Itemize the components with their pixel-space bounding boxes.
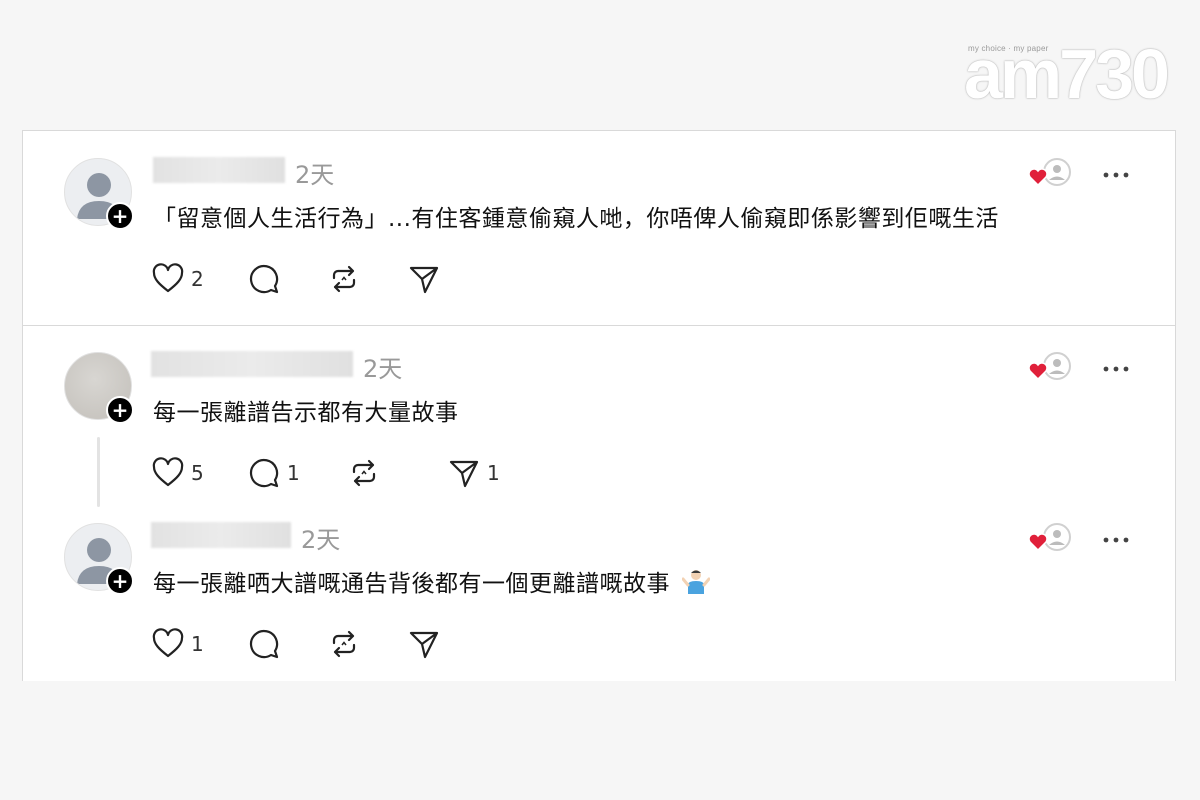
share-count: 1: [487, 461, 500, 485]
share-button[interactable]: 1: [447, 455, 500, 491]
more-icon[interactable]: [1103, 365, 1129, 373]
post-text: 每一張離哂大譜嘅通告背後都有一個更離譜嘅故事: [153, 564, 710, 598]
like-button[interactable]: 1: [151, 626, 204, 662]
like-count: 5: [191, 461, 204, 485]
follow-plus-button[interactable]: +: [106, 396, 134, 424]
share-button[interactable]: [407, 626, 441, 662]
post: + 2天 「留意個人生活行為」...有住客鍾意偷窺人哋，你唔俾人偷窺即係影響到佢…: [23, 131, 1175, 294]
like-button[interactable]: 5: [151, 455, 204, 491]
post: + 2天 每一張離譜告示都有大量故事 5 1 1: [23, 325, 1175, 488]
comment-icon: [250, 459, 279, 488]
share-button[interactable]: [407, 261, 441, 297]
repost-icon: [332, 630, 356, 658]
heart-icon: [152, 628, 184, 658]
like-count: 1: [191, 632, 204, 656]
person-shrugging-emoji: [681, 570, 710, 594]
share-icon: [449, 460, 479, 488]
liked-by-avatars[interactable]: [1027, 351, 1073, 385]
post-text-body: 每一張離哂大譜嘅通告背後都有一個更離譜嘅故事: [153, 571, 670, 597]
post: + 2天 每一張離哂大譜嘅通告背後都有一個更離譜嘅故事 1: [23, 496, 1175, 659]
logo-tagline: my choice · my paper: [968, 44, 1049, 53]
post-time: 2天: [295, 161, 335, 189]
plus-icon: +: [111, 398, 129, 422]
repost-button[interactable]: [327, 626, 361, 662]
comment-button[interactable]: 1: [247, 455, 300, 491]
repost-icon: [352, 459, 376, 487]
comment-button[interactable]: [247, 261, 281, 297]
repost-icon: [332, 265, 356, 293]
post-text: 每一張離譜告示都有大量故事: [153, 400, 459, 426]
username-redacted[interactable]: [151, 522, 291, 548]
username-redacted[interactable]: [151, 351, 353, 377]
comment-button[interactable]: [247, 626, 281, 662]
post-actions: 1: [151, 626, 651, 666]
post-time: 2天: [363, 355, 403, 383]
like-count: 2: [191, 267, 204, 291]
like-button[interactable]: 2: [151, 261, 204, 297]
post-text: 「留意個人生活行為」...有住客鍾意偷窺人哋，你唔俾人偷窺即係影響到佢嘅生活: [153, 206, 999, 232]
am730-logo: am730 my choice · my paper: [964, 36, 1170, 112]
post-actions: 5 1 1: [151, 455, 651, 495]
follow-plus-button[interactable]: +: [106, 567, 134, 595]
comments-card: + 2天 「留意個人生活行為」...有住客鍾意偷窺人哋，你唔俾人偷窺即係影響到佢…: [22, 130, 1176, 681]
more-icon[interactable]: [1103, 171, 1129, 179]
plus-icon: +: [111, 569, 129, 593]
liked-by-avatars[interactable]: [1027, 522, 1073, 556]
comment-icon: [250, 630, 279, 659]
reply-count: 1: [287, 461, 300, 485]
comment-icon: [250, 265, 279, 294]
follow-plus-button[interactable]: +: [106, 202, 134, 230]
share-icon: [409, 631, 439, 659]
repost-button[interactable]: [347, 455, 381, 491]
more-icon[interactable]: [1103, 536, 1129, 544]
post-actions: 2: [151, 261, 651, 301]
username-redacted[interactable]: [153, 157, 285, 183]
repost-button[interactable]: [327, 261, 361, 297]
post-time: 2天: [301, 526, 341, 554]
heart-icon: [152, 263, 184, 293]
liked-by-avatars[interactable]: [1027, 157, 1073, 191]
plus-icon: +: [111, 204, 129, 228]
share-icon: [409, 266, 439, 294]
heart-icon: [152, 457, 184, 487]
